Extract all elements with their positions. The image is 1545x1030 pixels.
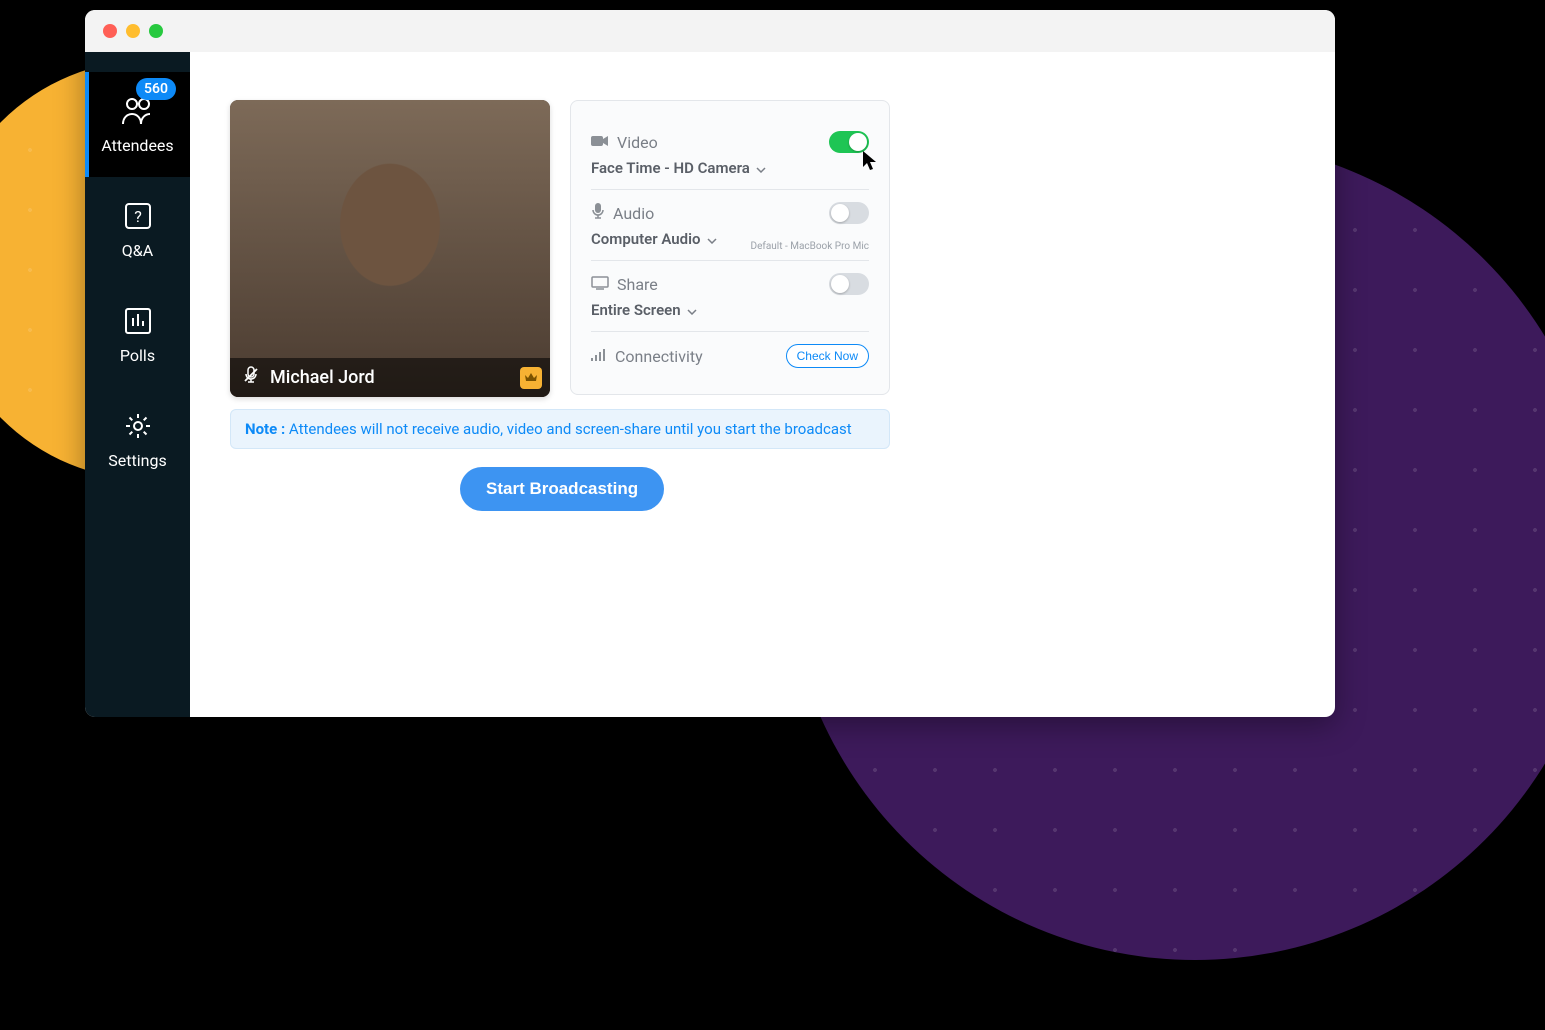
video-device-name: Face Time - HD Camera [591,159,750,177]
share-setting-row: Share Entire Screen [591,261,869,332]
check-now-button[interactable]: Check Now [786,344,869,368]
window-minimize-icon[interactable] [126,24,140,38]
connectivity-row: Connectivity Check Now [591,332,869,380]
mic-muted-icon [242,366,260,389]
broadcast-note: Note : Attendees will not receive audio,… [230,409,890,449]
sidebar-item-qa[interactable]: ? Q&A [85,177,190,282]
attendees-count-badge: 560 [136,78,176,100]
audio-toggle[interactable] [829,202,869,224]
sidebar-item-polls[interactable]: Polls [85,282,190,387]
note-label: Note : [245,420,285,438]
sidebar: 560 Attendees ? [85,52,190,717]
chevron-down-icon [707,230,717,248]
av-settings-card: Video Face Time - HD Camera [570,100,890,395]
polls-icon [121,304,155,338]
video-device-select[interactable]: Face Time - HD Camera [591,159,869,177]
audio-default-meta: Default - MacBook Pro Mic [751,241,870,252]
self-video-preview: Michael Jord [230,100,550,397]
window-titlebar [85,10,1335,52]
share-toggle[interactable] [829,273,869,295]
connectivity-label: Connectivity [615,347,703,366]
video-label: Video [617,133,658,152]
sidebar-item-attendees[interactable]: 560 Attendees [85,72,190,177]
share-source-select[interactable]: Entire Screen [591,301,869,319]
window-close-icon[interactable] [103,24,117,38]
sidebar-item-settings[interactable]: Settings [85,387,190,492]
note-text: Attendees will not receive audio, video … [285,420,851,438]
app-window: 560 Attendees ? [85,10,1335,717]
window-maximize-icon[interactable] [149,24,163,38]
video-setting-row: Video Face Time - HD Camera [591,119,869,190]
host-crown-icon [520,367,542,389]
video-placeholder [230,100,550,397]
video-icon [591,133,609,152]
sidebar-item-label: Settings [108,451,166,470]
sidebar-item-label: Q&A [122,241,153,260]
qa-icon: ? [121,199,155,233]
screen-share-icon [591,275,609,294]
svg-text:?: ? [134,207,142,226]
signal-icon [591,347,607,366]
mic-icon [591,202,605,224]
sidebar-item-label: Polls [120,346,155,365]
main-content: Michael Jord Video [190,52,1335,717]
presenter-name: Michael Jord [270,367,375,388]
video-overlay: Michael Jord [230,358,550,397]
audio-device-name: Computer Audio [591,230,701,248]
audio-setting-row: Audio Computer Audio Default - MacBook P… [591,190,869,261]
chevron-down-icon [756,159,766,177]
share-label: Share [617,275,658,294]
cursor-icon [862,150,878,172]
audio-label: Audio [613,204,654,223]
gear-icon [121,409,155,443]
chevron-down-icon [687,301,697,319]
start-broadcasting-button[interactable]: Start Broadcasting [460,467,664,511]
share-source-name: Entire Screen [591,301,681,319]
sidebar-item-label: Attendees [101,136,173,155]
